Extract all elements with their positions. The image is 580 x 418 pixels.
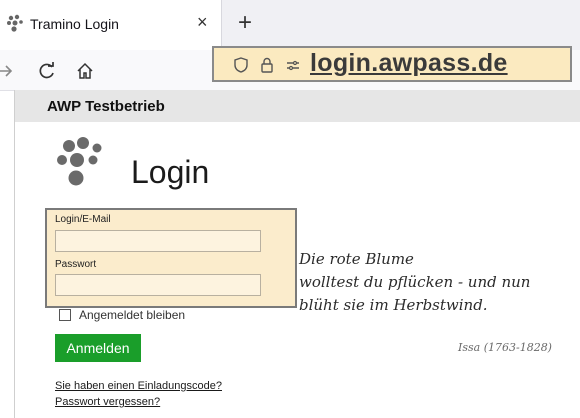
org-name: AWP Testbetrieb: [47, 98, 165, 115]
page-content: AWP Testbetrieb Login Login/E-Mail Passw…: [14, 90, 580, 418]
remember-label[interactable]: Angemeldet bleiben: [79, 308, 185, 322]
login-form: Login/E-Mail Passwort: [45, 208, 297, 308]
url-text[interactable]: login.awpass.de: [310, 49, 508, 78]
org-header: AWP Testbetrieb: [15, 90, 580, 122]
permissions-icon[interactable]: [284, 56, 302, 74]
password-label: Passwort: [55, 259, 97, 270]
remember-checkbox[interactable]: [59, 309, 71, 321]
poem: Die rote Blume wolltest du pflücken - un…: [299, 248, 530, 317]
login-email-label: Login/E-Mail: [55, 214, 111, 225]
address-bar[interactable]: login.awpass.de: [212, 46, 572, 82]
poem-author: Issa (1763-1828): [458, 341, 552, 354]
browser-tab[interactable]: Tramino Login ×: [0, 0, 222, 50]
new-tab-icon[interactable]: +: [238, 9, 252, 37]
tab-bar: Tramino Login × +: [0, 0, 580, 50]
home-icon[interactable]: [74, 60, 96, 82]
password-input[interactable]: [55, 274, 261, 296]
poem-line: blüht sie im Herbstwind.: [299, 296, 488, 314]
poem-line: wolltest du pflücken - und nun: [299, 273, 531, 291]
tab-title: Tramino Login: [30, 16, 119, 32]
forgot-password-link[interactable]: Passwort vergessen?: [55, 396, 160, 408]
forward-icon[interactable]: [0, 60, 16, 82]
tramino-logo-icon: [57, 137, 102, 186]
remember-me[interactable]: Angemeldet bleiben: [59, 308, 259, 326]
lock-icon[interactable]: [258, 56, 276, 74]
tracking-protection-icon[interactable]: [232, 56, 250, 74]
login-email-input[interactable]: [55, 230, 261, 252]
poem-line: Die rote Blume: [299, 250, 414, 268]
login-button[interactable]: Anmelden: [55, 334, 141, 362]
tab-close-icon[interactable]: ×: [197, 12, 208, 32]
reload-icon[interactable]: [36, 60, 58, 82]
invitation-code-link[interactable]: Sie haben einen Einladungscode?: [55, 380, 222, 392]
page-title: Login: [131, 154, 210, 190]
tramino-favicon-icon: [7, 14, 23, 32]
